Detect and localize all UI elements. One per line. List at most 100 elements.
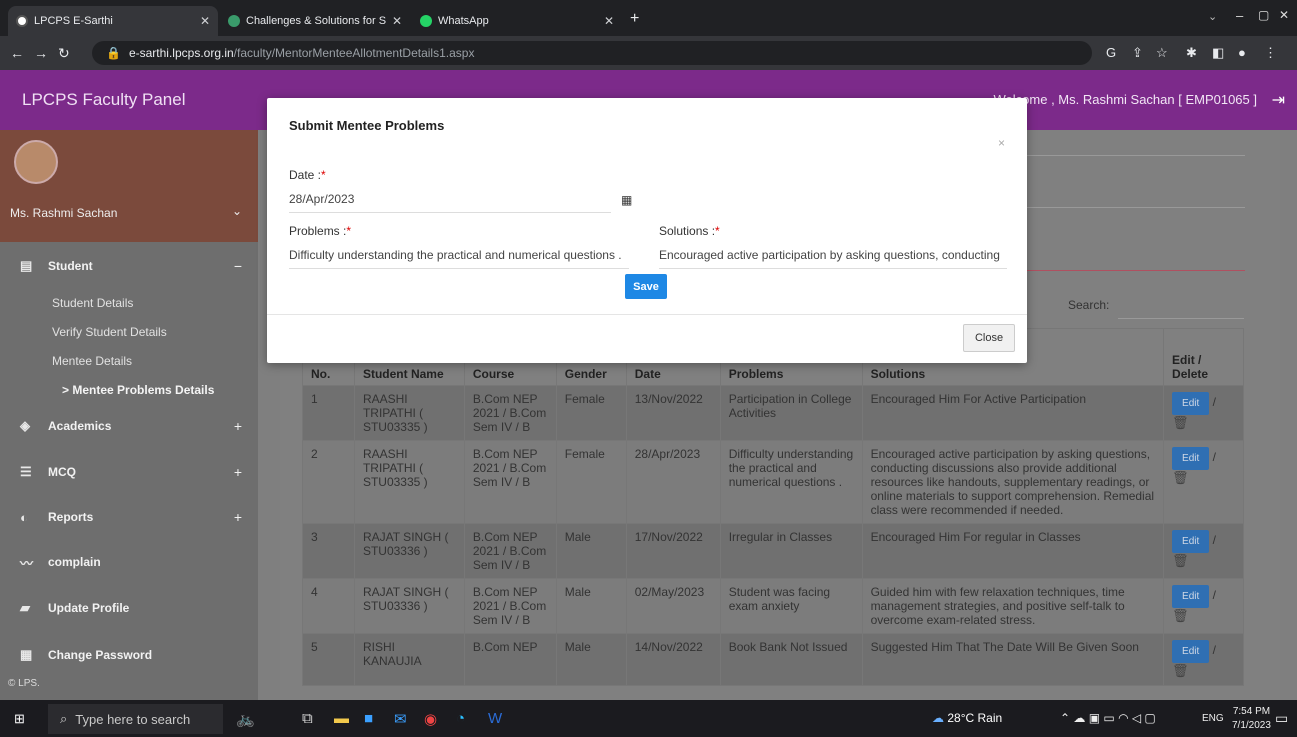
cell-problem: Irregular in Classes bbox=[719, 523, 863, 579]
share-icon[interactable]: ⇪ bbox=[1132, 45, 1143, 61]
expand-icon: + bbox=[233, 509, 242, 525]
cell-name: RISHI KANAUJIA bbox=[353, 633, 465, 686]
search-input[interactable] bbox=[1118, 318, 1244, 319]
side-panel-icon[interactable]: ◧ bbox=[1212, 45, 1224, 61]
mail-icon[interactable]: ✉ bbox=[394, 710, 407, 728]
welcome-text: Welcome , Ms. Rashmi Sachan [ EMP01065 ] bbox=[993, 92, 1257, 107]
menu-dots-icon[interactable]: ⋮ bbox=[1264, 45, 1277, 61]
back-icon[interactable]: ← bbox=[10, 45, 24, 61]
date-label-text: Date : bbox=[289, 168, 322, 182]
chevron-down-icon[interactable]: ⌄ bbox=[232, 204, 242, 218]
task-view-icon[interactable]: ⧉ bbox=[302, 710, 313, 727]
divider bbox=[1025, 270, 1245, 271]
tab-title: LPCPS E-Sarthi bbox=[34, 15, 113, 27]
solutions-field[interactable]: Encouraged active participation by askin… bbox=[659, 248, 1007, 269]
address-bar-row: ← → ↻ 🔒 e-sarthi.lpcps.org.in /faculty/M… bbox=[0, 36, 1297, 70]
close-tab-icon[interactable]: ✕ bbox=[604, 14, 614, 28]
clock-date: 7/1/2023 bbox=[1232, 720, 1271, 731]
trend-icon: 〰 bbox=[20, 555, 34, 571]
tab-challenges[interactable]: Challenges & Solutions for Stude ✕ bbox=[220, 6, 410, 36]
cell-name: RAJAT SINGH ( STU03336 ) bbox=[353, 523, 465, 579]
sidebar-item-change-password[interactable]: ▦ Change Password bbox=[0, 635, 258, 675]
solutions-label-text: Solutions : bbox=[659, 224, 716, 238]
tab-search-icon[interactable]: ⌄ bbox=[1208, 10, 1217, 23]
weather-widget[interactable]: ☁ 28°C Rain bbox=[932, 711, 1002, 725]
maximize-icon[interactable]: ▢ bbox=[1258, 8, 1269, 22]
file-explorer-icon[interactable]: ▬ bbox=[334, 710, 349, 727]
save-button[interactable]: Save bbox=[625, 274, 667, 299]
close-button[interactable]: Close bbox=[963, 324, 1015, 352]
separator: / bbox=[1209, 450, 1216, 464]
cell-solution: Encouraged Him For regular in Classes bbox=[861, 523, 1165, 579]
minimize-icon[interactable]: – bbox=[1236, 8, 1243, 23]
new-tab-icon[interactable]: + bbox=[630, 10, 639, 28]
close-tab-icon[interactable]: ✕ bbox=[200, 14, 210, 28]
tab-whatsapp[interactable]: WhatsApp ✕ bbox=[412, 6, 622, 36]
sidebar-item-reports[interactable]: ◐ Reports + bbox=[0, 497, 258, 537]
language-indicator[interactable]: ENG bbox=[1202, 713, 1224, 724]
delete-trash-icon[interactable]: 🗑 bbox=[1172, 470, 1189, 485]
sidebar-item-mcq[interactable]: ☰ MCQ + bbox=[0, 452, 258, 492]
reload-icon[interactable]: ↻ bbox=[58, 45, 70, 62]
url-input[interactable]: 🔒 e-sarthi.lpcps.org.in /faculty/MentorM… bbox=[92, 41, 1092, 65]
cell-gender: Male bbox=[555, 633, 627, 686]
required-mark: * bbox=[715, 224, 720, 238]
tab-lpcps[interactable]: LPCPS E-Sarthi ✕ bbox=[8, 6, 218, 36]
cell-date: 17/Nov/2022 bbox=[625, 523, 721, 579]
date-field[interactable]: 28/Apr/2023 bbox=[289, 192, 611, 213]
system-tray-icons[interactable]: ⌃ ☁ ▣ ▭ ◠ ◁ ▢ bbox=[1060, 711, 1156, 725]
delete-trash-icon[interactable]: 🗑 bbox=[1172, 415, 1189, 430]
bicycle-icon: 🚲 bbox=[236, 711, 255, 728]
chrome-icon[interactable]: ◉ bbox=[424, 710, 437, 728]
delete-trash-icon[interactable]: 🗑 bbox=[1172, 608, 1189, 623]
delete-trash-icon[interactable]: 🗑 bbox=[1172, 553, 1189, 568]
window-close-icon[interactable]: ✕ bbox=[1279, 8, 1289, 22]
cell-gender: Female bbox=[555, 385, 627, 441]
cell-problem: Participation in College Activities bbox=[719, 385, 863, 441]
edit-button[interactable]: Edit bbox=[1172, 447, 1210, 470]
cell-gender: Female bbox=[555, 440, 627, 524]
sidebar-item-update-profile[interactable]: ▰ Update Profile bbox=[0, 588, 258, 628]
separator: / bbox=[1209, 588, 1216, 602]
sidebar-item-mentee-details[interactable]: Mentee Details bbox=[52, 354, 132, 368]
required-mark: * bbox=[321, 168, 326, 182]
sidebar-item-student[interactable]: ▤ Student − bbox=[0, 246, 258, 286]
taskbar-search-input[interactable]: ⌕ Type here to search bbox=[48, 704, 223, 734]
clock[interactable]: 7:54 PM 7/1/2023 bbox=[1232, 705, 1271, 733]
cell-no: 4 bbox=[302, 578, 355, 634]
forward-icon[interactable]: → bbox=[34, 45, 48, 61]
sidebar-item-label: MCQ bbox=[48, 465, 76, 479]
notification-icon[interactable]: ▭ bbox=[1275, 710, 1288, 727]
edit-button[interactable]: Edit bbox=[1172, 585, 1210, 608]
close-icon[interactable]: × bbox=[998, 136, 1005, 150]
google-icon[interactable]: G bbox=[1106, 45, 1116, 60]
col-header[interactable]: Edit / Delete bbox=[1163, 328, 1244, 386]
extensions-icon[interactable]: ✱ bbox=[1186, 45, 1197, 61]
sidebar-item-verify-student-details[interactable]: Verify Student Details bbox=[52, 325, 167, 339]
lock-icon: 🔒 bbox=[106, 46, 121, 60]
edge-icon[interactable]: ◔ bbox=[456, 710, 465, 727]
logout-icon[interactable]: ⇥ bbox=[1272, 90, 1285, 110]
profile-icon[interactable]: ● bbox=[1238, 45, 1246, 60]
problems-field[interactable]: Difficulty understanding the practical a… bbox=[289, 248, 629, 269]
cell-solution: Encouraged Him For Active Participation bbox=[861, 385, 1165, 441]
windows-start-icon[interactable]: ⊞ bbox=[14, 711, 25, 727]
sidebar-item-mentee-problems-details[interactable]: > Mentee Problems Details bbox=[62, 383, 214, 397]
edit-button[interactable]: Edit bbox=[1172, 640, 1210, 663]
edit-button[interactable]: Edit bbox=[1172, 530, 1210, 553]
cell-course: B.Com NEP 2021 / B.Com Sem IV / B bbox=[463, 578, 557, 634]
cell-actions: Edit / 🗑 bbox=[1163, 523, 1244, 579]
cell-actions: Edit / 🗑 bbox=[1163, 385, 1244, 441]
word-icon[interactable]: W bbox=[488, 710, 502, 727]
store-icon[interactable]: ■ bbox=[364, 710, 373, 727]
calendar-icon[interactable]: ▦ bbox=[621, 193, 632, 207]
bookmark-star-icon[interactable]: ☆ bbox=[1156, 45, 1168, 61]
sidebar-item-academics[interactable]: ◈ Academics + bbox=[0, 406, 258, 446]
divider bbox=[1025, 155, 1245, 156]
sidebar-item-student-details[interactable]: Student Details bbox=[52, 296, 133, 310]
delete-trash-icon[interactable]: 🗑 bbox=[1172, 663, 1189, 678]
edit-button[interactable]: Edit bbox=[1172, 392, 1210, 415]
close-tab-icon[interactable]: ✕ bbox=[392, 14, 402, 28]
windows-taskbar: ⊞ ⌕ Type here to search 🚲 ⧉ ▬ ■ ✉ ◉ ◔ W … bbox=[0, 700, 1297, 737]
sidebar-item-complain[interactable]: 〰 complain bbox=[0, 542, 258, 582]
